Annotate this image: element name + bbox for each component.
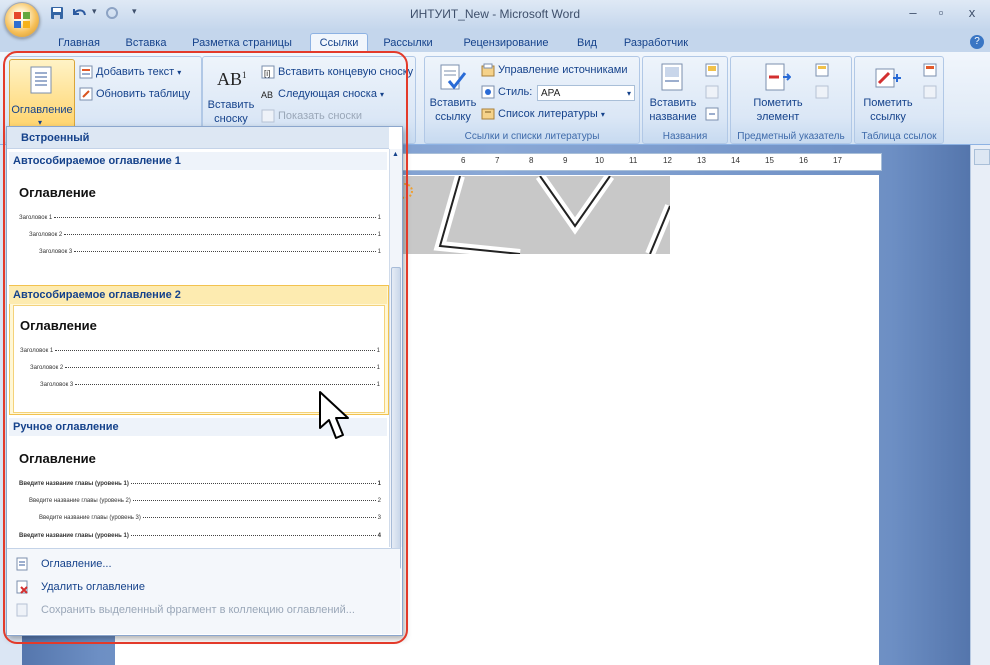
ruler-tick: 11 bbox=[629, 156, 638, 165]
style-dropdown-icon: ▾ bbox=[626, 89, 631, 98]
minimize-button[interactable]: – bbox=[902, 4, 924, 22]
toc-gallery: Встроенный Автособираемое оглавление 1 О… bbox=[3, 51, 408, 644]
mark-citation-button[interactable]: Пометить ссылку bbox=[857, 59, 919, 125]
tab-developer[interactable]: Разработчик bbox=[616, 34, 696, 52]
insert-caption-label-2: название bbox=[649, 111, 697, 123]
maximize-button[interactable]: ▫ bbox=[930, 4, 952, 22]
document-image[interactable] bbox=[400, 176, 670, 254]
bibliography-icon bbox=[481, 107, 495, 121]
redo-icon[interactable] bbox=[104, 6, 120, 22]
save-icon[interactable] bbox=[50, 6, 64, 22]
bibliography-dropdown-icon: ▾ bbox=[600, 110, 605, 119]
tab-view[interactable]: Вид bbox=[570, 34, 604, 52]
citations-group-label: Ссылки и списки литературы bbox=[464, 131, 600, 142]
undo-dropdown-icon[interactable]: ▾ bbox=[92, 6, 100, 22]
manage-sources-button[interactable]: Управление источниками bbox=[481, 61, 627, 79]
captions-group-label: Названия bbox=[662, 131, 708, 142]
undo-icon[interactable] bbox=[70, 6, 88, 22]
insert-citation-icon bbox=[440, 64, 467, 90]
customize-qat-icon[interactable]: ▾ bbox=[132, 6, 140, 22]
update-authorities-icon[interactable] bbox=[923, 85, 937, 99]
cross-reference-icon[interactable] bbox=[705, 107, 719, 121]
help-icon[interactable]: ? bbox=[970, 35, 984, 49]
insert-citation-label-1: Вставить bbox=[429, 97, 477, 109]
mark-entry-icon bbox=[765, 63, 791, 91]
ruler-tick: 14 bbox=[731, 156, 740, 165]
tab-home[interactable]: Главная bbox=[52, 34, 106, 52]
mark-entry-label-1: Пометить bbox=[753, 97, 803, 109]
insert-citation-button[interactable]: Вставить ссылку bbox=[427, 59, 479, 125]
authorities-group: Пометить ссылку Таблица ссылок bbox=[854, 56, 944, 144]
ruler-tick: 15 bbox=[765, 156, 774, 165]
mark-citation-icon bbox=[875, 68, 901, 88]
ruler-tick: 7 bbox=[495, 156, 500, 165]
vertical-scrollbar[interactable] bbox=[970, 145, 990, 665]
tab-page-layout[interactable]: Разметка страницы bbox=[186, 34, 298, 52]
mark-citation-label-1: Пометить bbox=[863, 97, 913, 109]
update-table-of-figures-icon[interactable] bbox=[705, 85, 719, 99]
tab-insert[interactable]: Вставка bbox=[118, 34, 174, 52]
office-button[interactable] bbox=[4, 2, 40, 38]
diagram-image bbox=[433, 176, 670, 254]
red-highlight-frame bbox=[3, 51, 408, 644]
window-title: ИНТУИТ_New - Microsoft Word bbox=[409, 7, 580, 21]
mark-citation-label-2: ссылку bbox=[870, 111, 906, 123]
ruler-tick: 12 bbox=[663, 156, 672, 165]
ruler-tick: 6 bbox=[461, 156, 466, 165]
manage-sources-label: Управление источниками bbox=[498, 64, 628, 76]
tab-references[interactable]: Ссылки bbox=[310, 33, 368, 52]
style-icon bbox=[481, 85, 495, 99]
insert-caption-icon bbox=[661, 63, 683, 91]
ruler-tick: 17 bbox=[833, 156, 842, 165]
ruler-tick: 8 bbox=[529, 156, 534, 165]
tab-mailings[interactable]: Рассылки bbox=[378, 34, 438, 52]
insert-index-icon[interactable] bbox=[815, 63, 829, 77]
authorities-group-label: Таблица ссылок bbox=[861, 131, 937, 142]
ruler-tick: 9 bbox=[563, 156, 568, 165]
bibliography-button[interactable]: Список литературы ▾ bbox=[481, 105, 605, 123]
insert-table-of-figures-icon[interactable] bbox=[705, 63, 719, 77]
style-value: APA bbox=[541, 88, 561, 99]
horizontal-ruler[interactable]: 6 7 8 9 10 11 12 13 14 15 16 17 bbox=[400, 153, 882, 171]
insert-citation-label-2: ссылку bbox=[435, 111, 471, 123]
insert-caption-label-1: Вставить bbox=[649, 97, 697, 109]
index-group-label: Предметный указатель bbox=[737, 131, 845, 142]
style-label: Стиль: bbox=[498, 86, 533, 98]
ribbon-tabs: Главная Вставка Разметка страницы Ссылки… bbox=[0, 30, 990, 52]
ruler-tick: 16 bbox=[799, 156, 808, 165]
captions-group: Вставить название Названия bbox=[642, 56, 728, 144]
close-button[interactable]: x bbox=[961, 4, 983, 22]
mark-entry-label-2: элемент bbox=[756, 111, 800, 123]
insert-caption-button[interactable]: Вставить название bbox=[645, 59, 701, 125]
citation-style-select[interactable]: APA ▾ bbox=[537, 85, 635, 101]
update-index-icon[interactable] bbox=[815, 85, 829, 99]
tab-review[interactable]: Рецензирование bbox=[454, 34, 558, 52]
citations-group: Вставить ссылку Управление источниками С… bbox=[424, 56, 640, 144]
ruler-toggle-icon[interactable] bbox=[974, 149, 990, 165]
bibliography-label: Список литературы bbox=[498, 108, 598, 120]
index-group: Пометить элемент Предметный указатель bbox=[730, 56, 852, 144]
insert-authorities-icon[interactable] bbox=[923, 63, 937, 77]
mark-entry-button[interactable]: Пометить элемент bbox=[745, 59, 811, 125]
office-logo-icon bbox=[14, 12, 30, 28]
ruler-tick: 13 bbox=[697, 156, 706, 165]
title-bar: ИНТУИТ_New - Microsoft Word – ▫ x ▾ ▾ bbox=[0, 0, 990, 30]
ruler-tick: 10 bbox=[595, 156, 604, 165]
manage-sources-icon bbox=[481, 63, 495, 77]
citation-style-row: Стиль: bbox=[481, 83, 532, 101]
mouse-cursor-icon bbox=[319, 391, 349, 439]
